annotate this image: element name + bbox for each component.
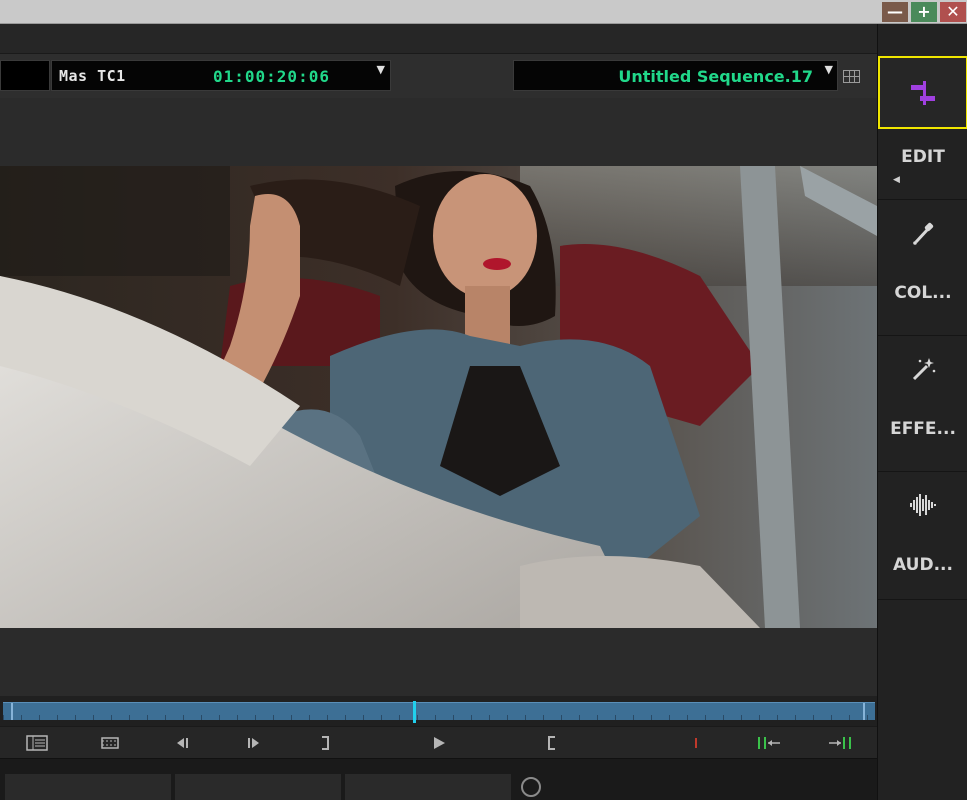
step-back-icon[interactable] xyxy=(172,733,192,753)
dropdown-arrow-icon[interactable]: ▼ xyxy=(377,63,385,76)
workspace-label-color[interactable]: COL... xyxy=(878,283,967,303)
minimize-button[interactable]: — xyxy=(882,2,908,22)
position-bar-ticks xyxy=(3,715,875,720)
play-icon[interactable] xyxy=(430,733,448,753)
tc-box-left[interactable] xyxy=(0,60,50,91)
filmstrip-icon[interactable] xyxy=(100,733,120,753)
bottom-panel xyxy=(0,758,877,800)
media-composer-window: — + ✕ Mas TC1 01:00:20:06 ▼ Untitled Seq… xyxy=(0,0,967,800)
bottom-tab[interactable] xyxy=(344,773,512,800)
workspace-label-audio[interactable]: AUD... xyxy=(878,555,967,575)
go-to-out-icon[interactable] xyxy=(826,733,854,753)
close-button[interactable]: ✕ xyxy=(940,2,966,22)
mark-in-icon[interactable] xyxy=(545,733,559,753)
video-frame[interactable] xyxy=(0,166,877,628)
video-frame-image xyxy=(0,166,877,628)
divider xyxy=(878,335,967,336)
workspace-edit-button[interactable] xyxy=(878,56,967,129)
triangle-left-icon: ◀ xyxy=(893,175,900,185)
divider xyxy=(878,471,967,472)
waveform-icon[interactable] xyxy=(878,492,967,518)
sequence-selector[interactable]: Untitled Sequence.17 ▼ xyxy=(513,60,838,91)
workspace-label-effects[interactable]: EFFE... xyxy=(878,419,967,439)
workspace-label-edit[interactable]: EDIT xyxy=(878,147,967,167)
transport-controls xyxy=(0,726,877,758)
bottom-tab[interactable] xyxy=(174,773,342,800)
dropdown-arrow-icon[interactable]: ▼ xyxy=(825,63,833,76)
bottom-tab[interactable] xyxy=(4,773,172,800)
position-bar[interactable] xyxy=(0,696,877,726)
divider xyxy=(878,199,967,200)
title-bar: — + ✕ xyxy=(0,0,967,24)
timecode-display[interactable]: Mas TC1 01:00:20:06 ▼ xyxy=(51,60,391,91)
position-bar-end xyxy=(863,703,865,720)
playhead[interactable] xyxy=(413,701,416,723)
sequence-name: Untitled Sequence.17 xyxy=(618,67,813,86)
position-bar-track[interactable] xyxy=(3,701,875,723)
toolbar-strip xyxy=(0,24,877,54)
workspace-panel: EDIT ◀ COL... EFFE... AUD... xyxy=(877,24,967,800)
timeline-view-icon[interactable] xyxy=(25,733,49,753)
timecode-label: Mas TC1 xyxy=(59,67,126,85)
position-bar-start xyxy=(11,703,13,720)
grid-icon[interactable] xyxy=(843,70,860,83)
audio-level-icon[interactable] xyxy=(690,733,702,753)
magic-wand-icon[interactable] xyxy=(878,355,967,383)
edit-icon xyxy=(911,80,935,105)
eyedropper-icon[interactable] xyxy=(878,220,967,246)
record-monitor[interactable] xyxy=(0,98,877,696)
divider xyxy=(878,599,967,600)
maximize-button[interactable]: + xyxy=(911,2,937,22)
go-to-in-icon[interactable] xyxy=(755,733,783,753)
step-forward-icon[interactable] xyxy=(244,733,264,753)
mark-out-icon[interactable] xyxy=(318,733,332,753)
record-circle-icon[interactable] xyxy=(521,777,541,797)
monitor-header: Mas TC1 01:00:20:06 ▼ Untitled Sequence.… xyxy=(0,54,877,98)
timecode-value: 01:00:20:06 xyxy=(213,67,330,86)
